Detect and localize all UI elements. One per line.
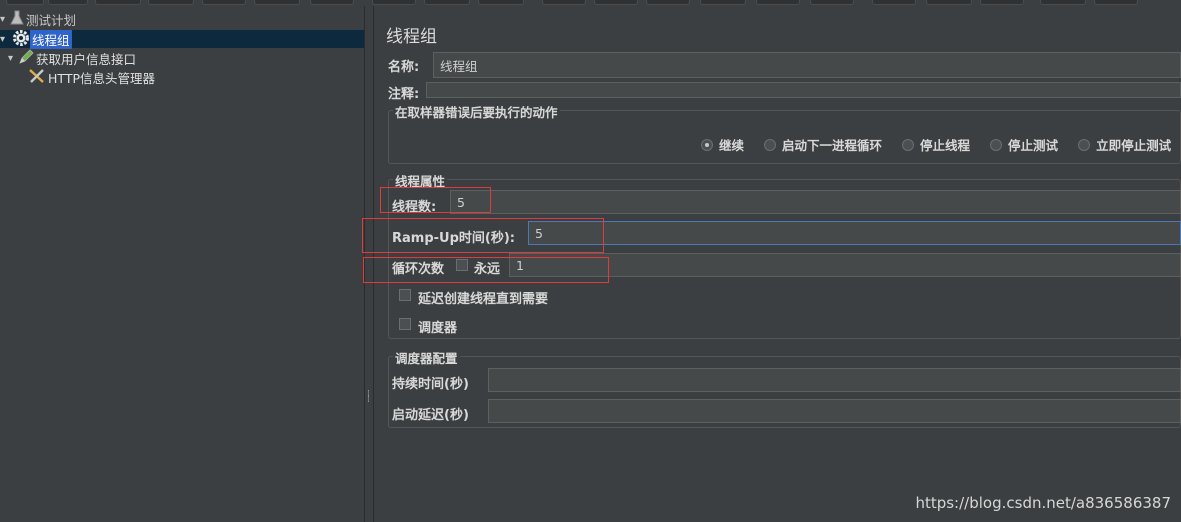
delay-thread-creation-label: 延迟创建线程直到需要 [418, 292, 549, 307]
tree-item-label: 测试计划 [26, 12, 77, 28]
radio-stop-thread[interactable] [902, 138, 915, 151]
expand-arrow-icon[interactable]: ▾ [0, 14, 10, 25]
name-input[interactable] [433, 52, 1181, 78]
expand-arrow-icon[interactable]: ▾ [0, 34, 10, 45]
group-title: 调度器配置 [393, 348, 460, 367]
duration-label: 持续时间(秒) [392, 377, 469, 392]
toolbar-button[interactable] [926, 0, 972, 5]
comment-label: 注释: [388, 87, 420, 102]
toolbar-button[interactable] [646, 0, 690, 5]
duration-input[interactable] [488, 368, 1181, 392]
loop-count-input[interactable] [509, 253, 1181, 277]
highlight-box-rampup [362, 218, 604, 253]
pen-icon [18, 48, 34, 68]
delay-thread-creation-checkbox[interactable] [399, 289, 411, 301]
toolbar-button[interactable] [1094, 0, 1138, 5]
toolbar-button[interactable] [1040, 0, 1086, 5]
toolbar-button[interactable] [478, 0, 524, 5]
comment-input[interactable] [426, 82, 1181, 98]
thread-group-editor: 线程组 名称: 注释: 在取样器错误后要执行的动作 继续 启动下一进程循环 停止… [362, 6, 1181, 522]
flask-icon [10, 10, 24, 29]
name-label: 名称: [388, 60, 420, 75]
toolbar-button[interactable] [700, 0, 746, 5]
group-title: 在取样器错误后要执行的动作 [393, 102, 560, 121]
radio-label: 停止线程 [920, 138, 971, 153]
toolbar-button[interactable] [202, 0, 246, 5]
toolbar-button[interactable] [372, 0, 416, 5]
highlight-box-threads [380, 187, 491, 213]
radio-stop-test-now[interactable] [1078, 138, 1091, 151]
radio-stop-test[interactable] [990, 138, 1003, 151]
error-action-options: 继续 启动下一进程循环 停止线程 停止测试 立即停止测试 [701, 135, 1181, 154]
tree-item-label: 线程组 [30, 29, 72, 49]
toolbar-button[interactable] [254, 0, 300, 5]
splitter-grip-icon[interactable]: ⁞ ⁞ [367, 390, 372, 411]
tree-item-label: HTTP信息头管理器 [48, 70, 155, 86]
toolbar-button[interactable] [95, 0, 141, 5]
highlight-box-loop [363, 257, 609, 283]
toolbar-button[interactable] [48, 0, 88, 5]
error-action-group: 在取样器错误后要执行的动作 继续 启动下一进程循环 停止线程 停止测试 立即停止… [388, 102, 1181, 164]
startup-delay-input[interactable] [488, 399, 1181, 423]
toolbar-button[interactable] [810, 0, 854, 5]
radio-continue[interactable] [701, 138, 713, 151]
toolbar-button[interactable] [756, 0, 800, 5]
toolbar-button[interactable] [6, 0, 44, 5]
toolbar-button[interactable] [148, 0, 194, 5]
toolbar-button[interactable] [310, 0, 354, 5]
toolbar-button[interactable] [542, 0, 586, 5]
radio-label: 停止测试 [1008, 138, 1059, 153]
scheduler-label: 调度器 [418, 321, 458, 336]
tree-item-label: 获取用户信息接口 [36, 51, 137, 67]
scheduler-checkbox[interactable] [399, 318, 411, 330]
toolbar-button[interactable] [424, 0, 470, 5]
tree-item-thread-group[interactable]: ▾ 线程组 [0, 29, 364, 50]
startup-delay-label: 启动延迟(秒) [392, 408, 469, 423]
radio-label: 继续 [719, 138, 745, 153]
toolbar-button[interactable] [594, 0, 638, 5]
radio-start-next-loop[interactable] [764, 138, 777, 151]
gear-icon [12, 29, 30, 50]
tree-item-http-header-manager[interactable]: HTTP信息头管理器 [28, 68, 157, 86]
watermark-text: https://blog.csdn.net/a836586387 [915, 494, 1171, 512]
thread-count-input[interactable] [450, 190, 1181, 214]
toolbar-button[interactable] [872, 0, 916, 5]
test-plan-tree: ▾ 测试计划 ▾ 线程组 ▾ 获取用户信息接口 HTTP信息头管理器 [0, 6, 364, 522]
radio-label: 立即停止测试 [1096, 138, 1172, 153]
expand-arrow-icon[interactable]: ▾ [8, 53, 18, 64]
tools-icon [28, 68, 46, 87]
page-title: 线程组 [386, 27, 437, 47]
tree-item-get-user-info[interactable]: ▾ 获取用户信息接口 [8, 48, 138, 68]
radio-label: 启动下一进程循环 [782, 138, 883, 153]
tree-item-test-plan[interactable]: ▾ 测试计划 [0, 10, 78, 28]
rampup-input[interactable] [528, 221, 1181, 245]
toolbar-button[interactable] [980, 0, 1024, 5]
